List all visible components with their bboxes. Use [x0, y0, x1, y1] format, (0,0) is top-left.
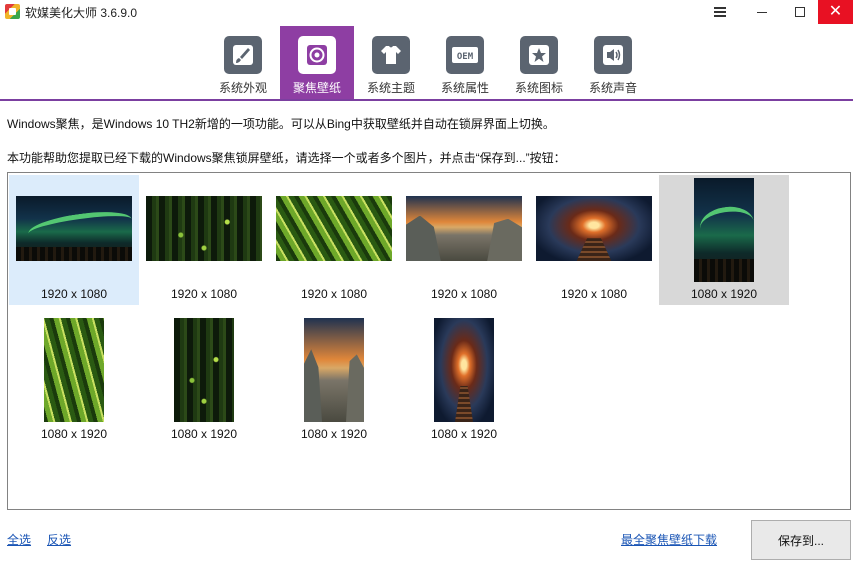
resolution-label: 1920 x 1080: [560, 287, 628, 301]
main-toolbar: 系统外观 聚焦壁纸 系统主题 OEM 系统属性 系统图标 系统声音: [0, 24, 853, 101]
resolution-label: 1920 x 1080: [40, 287, 108, 301]
svg-text:OEM: OEM: [457, 52, 474, 62]
app-logo-icon: [5, 4, 20, 19]
paintbrush-icon: [224, 36, 262, 74]
wallpaper-item[interactable]: 1080 x 1920: [139, 315, 269, 445]
wallpaper-item[interactable]: 1920 x 1080: [399, 175, 529, 305]
wallpaper-thumbnail: [406, 196, 522, 261]
tab-system-theme[interactable]: 系统主题: [354, 26, 428, 99]
maximize-button[interactable]: [780, 0, 820, 24]
tab-label: 聚焦壁纸: [292, 81, 341, 95]
wallpaper-thumbnail: [146, 196, 262, 261]
save-to-button[interactable]: 保存到...: [751, 520, 851, 560]
close-icon: ✕: [828, 3, 843, 20]
wallpaper-item[interactable]: 1080 x 1920: [269, 315, 399, 445]
tshirt-icon: [372, 36, 410, 74]
speaker-icon: [594, 36, 632, 74]
tab-label: 系统属性: [440, 81, 489, 95]
wallpaper-item[interactable]: 1080 x 1920: [9, 315, 139, 445]
resolution-label: 1080 x 1920: [300, 427, 368, 441]
resolution-label: 1920 x 1080: [300, 287, 368, 301]
minimize-icon: [757, 11, 767, 13]
resolution-label: 1920 x 1080: [170, 287, 238, 301]
tab-label: 系统外观: [218, 81, 267, 95]
invert-selection-link[interactable]: 反选: [47, 531, 71, 548]
wallpaper-item[interactable]: 1080 x 1920: [399, 315, 529, 445]
wallpaper-thumbnail: [276, 196, 392, 261]
resolution-label: 1080 x 1920: [170, 427, 238, 441]
resolution-label: 1920 x 1080: [430, 287, 498, 301]
usage-instruction: 本功能帮助您提取已经下载的Windows聚焦锁屏壁纸，请选择一个或者多个图片，并…: [7, 151, 566, 165]
wallpaper-download-link[interactable]: 最全聚焦壁纸下载: [621, 531, 717, 548]
tab-system-appearance[interactable]: 系统外观: [206, 26, 280, 99]
feature-description: Windows聚焦，是Windows 10 TH2新增的一项功能。可以从Bing…: [7, 117, 555, 131]
resolution-label: 1080 x 1920: [690, 287, 758, 301]
resolution-label: 1080 x 1920: [430, 427, 498, 441]
tab-system-sounds[interactable]: 系统声音: [576, 26, 650, 99]
focus-target-icon: [298, 36, 336, 74]
wallpaper-thumbnail: [434, 318, 494, 422]
wallpaper-thumbnail: [304, 318, 364, 422]
wallpaper-gallery[interactable]: 1920 x 1080 1920 x 1080 1920 x 1080 1920…: [7, 172, 851, 510]
wallpaper-item[interactable]: 1080 x 1920: [659, 175, 789, 305]
close-button[interactable]: ✕: [818, 0, 853, 24]
wallpaper-thumbnail: [694, 178, 754, 282]
minimize-button[interactable]: [742, 0, 782, 24]
title-bar: 软媒美化大师 3.6.9.0 ✕: [0, 0, 853, 24]
tab-system-properties[interactable]: OEM 系统属性: [428, 26, 502, 99]
select-all-link[interactable]: 全选: [7, 531, 31, 548]
tab-label: 系统图标: [514, 81, 563, 95]
wallpaper-item[interactable]: 1920 x 1080: [139, 175, 269, 305]
wallpaper-thumbnail: [44, 318, 104, 422]
star-icon: [520, 36, 558, 74]
resolution-label: 1080 x 1920: [40, 427, 108, 441]
tab-focus-wallpaper[interactable]: 聚焦壁纸: [280, 26, 354, 99]
tab-label: 系统主题: [366, 81, 415, 95]
wallpaper-thumbnail: [16, 196, 132, 261]
hamburger-menu-icon[interactable]: [700, 0, 740, 24]
wallpaper-thumbnail: [536, 196, 652, 261]
wallpaper-item[interactable]: 1920 x 1080: [529, 175, 659, 305]
wallpaper-item[interactable]: 1920 x 1080: [269, 175, 399, 305]
oem-icon: OEM: [446, 36, 484, 74]
window-title: 软媒美化大师 3.6.9.0: [25, 6, 138, 20]
tab-label: 系统声音: [588, 81, 637, 95]
maximize-icon: [795, 7, 805, 17]
wallpaper-thumbnail: [174, 318, 234, 422]
wallpaper-item[interactable]: 1920 x 1080: [9, 175, 139, 305]
tab-system-icons[interactable]: 系统图标: [502, 26, 576, 99]
